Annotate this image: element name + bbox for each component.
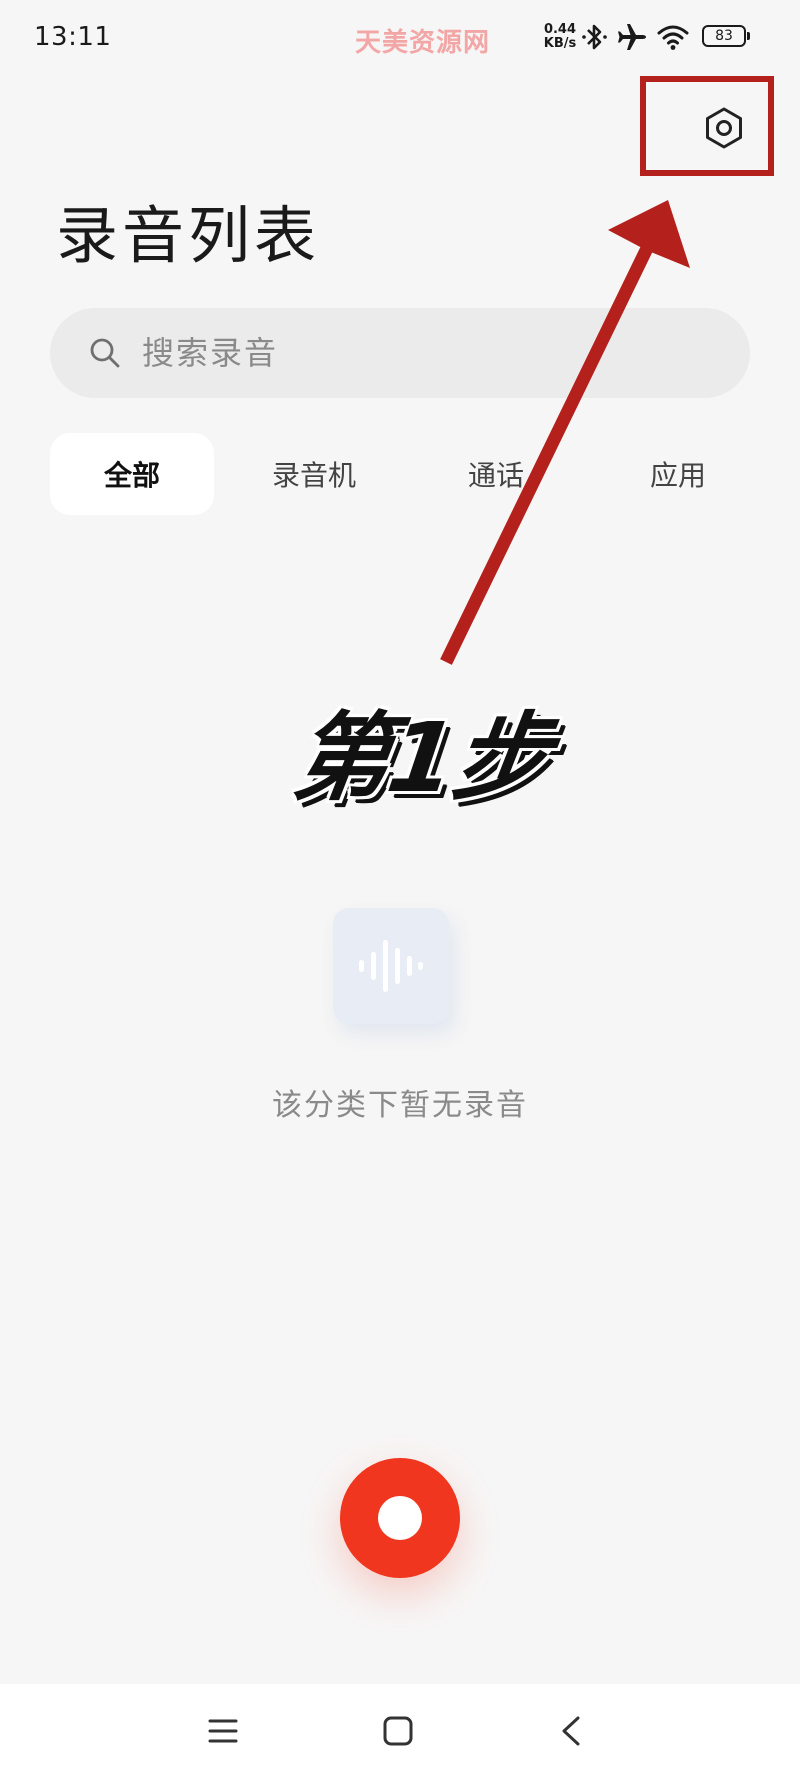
nav-menu-button[interactable] xyxy=(198,1706,248,1756)
system-navigation-bar xyxy=(0,1684,800,1778)
wifi-icon xyxy=(657,25,689,50)
battery-icon: 83 xyxy=(702,25,750,47)
category-tabs: 全部 录音机 通话 应用 xyxy=(50,433,772,515)
tab-all[interactable]: 全部 xyxy=(50,433,214,515)
search-bar[interactable] xyxy=(50,308,750,398)
record-button[interactable] xyxy=(340,1458,460,1578)
nav-back-button[interactable] xyxy=(546,1706,596,1756)
bluetooth-icon xyxy=(582,24,607,50)
page-title: 录音列表 xyxy=(56,199,321,272)
watermark-text: 天美资源网 xyxy=(355,28,491,58)
network-speed: 0.44 KB/s xyxy=(540,23,580,51)
empty-state-message: 该分类下暂无录音 xyxy=(272,1088,528,1123)
annotation-highlight-box xyxy=(640,76,774,176)
status-bar: 13:11 天美资源网 0.44 KB/s 83 xyxy=(0,0,800,76)
empty-state-illustration xyxy=(333,908,449,1024)
back-chevron-icon xyxy=(562,1716,580,1746)
search-icon xyxy=(90,338,120,368)
menu-icon xyxy=(208,1719,238,1743)
record-icon xyxy=(378,1496,422,1540)
home-square-icon xyxy=(383,1716,413,1746)
nav-home-button[interactable] xyxy=(373,1706,423,1756)
status-time: 13:11 xyxy=(34,22,112,52)
airplane-icon xyxy=(618,24,646,50)
network-speed-unit: KB/s xyxy=(543,36,577,51)
network-speed-value: 0.44 xyxy=(543,22,577,37)
waveform-icon xyxy=(359,940,423,992)
tab-recorder[interactable]: 录音机 xyxy=(232,433,396,515)
tab-calls[interactable]: 通话 xyxy=(414,433,578,515)
step-label: 第1步 xyxy=(285,701,557,816)
tab-apps[interactable]: 应用 xyxy=(596,433,760,515)
search-input[interactable] xyxy=(140,333,704,373)
